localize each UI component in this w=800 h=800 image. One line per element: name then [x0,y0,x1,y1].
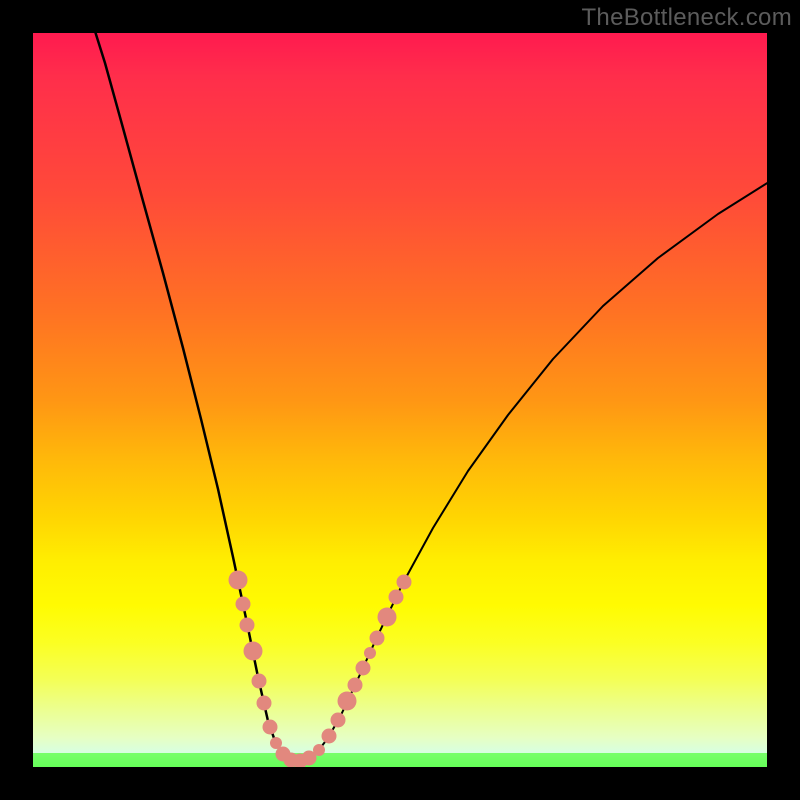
marker-dot [252,674,267,689]
marker-dot [397,575,412,590]
marker-dot [364,647,376,659]
marker-dot [378,608,397,627]
watermark-text: TheBottleneck.com [581,4,792,32]
marker-dot [313,744,325,756]
marker-dot [229,571,248,590]
marker-dot [356,661,371,676]
marker-dot [244,642,263,661]
marker-dot [331,713,346,728]
chart-frame: TheBottleneck.com [0,0,800,800]
marker-dot [389,590,404,605]
marker-dot [236,597,251,612]
marker-dot [322,729,337,744]
marker-dot [263,720,278,735]
plot-area [33,33,767,767]
marker-dot [257,696,272,711]
marker-dot [348,678,363,693]
marker-dot [240,618,255,633]
curve-left [94,33,293,761]
curve-svg [33,33,767,767]
marker-dot [338,692,357,711]
marker-dot [370,631,385,646]
